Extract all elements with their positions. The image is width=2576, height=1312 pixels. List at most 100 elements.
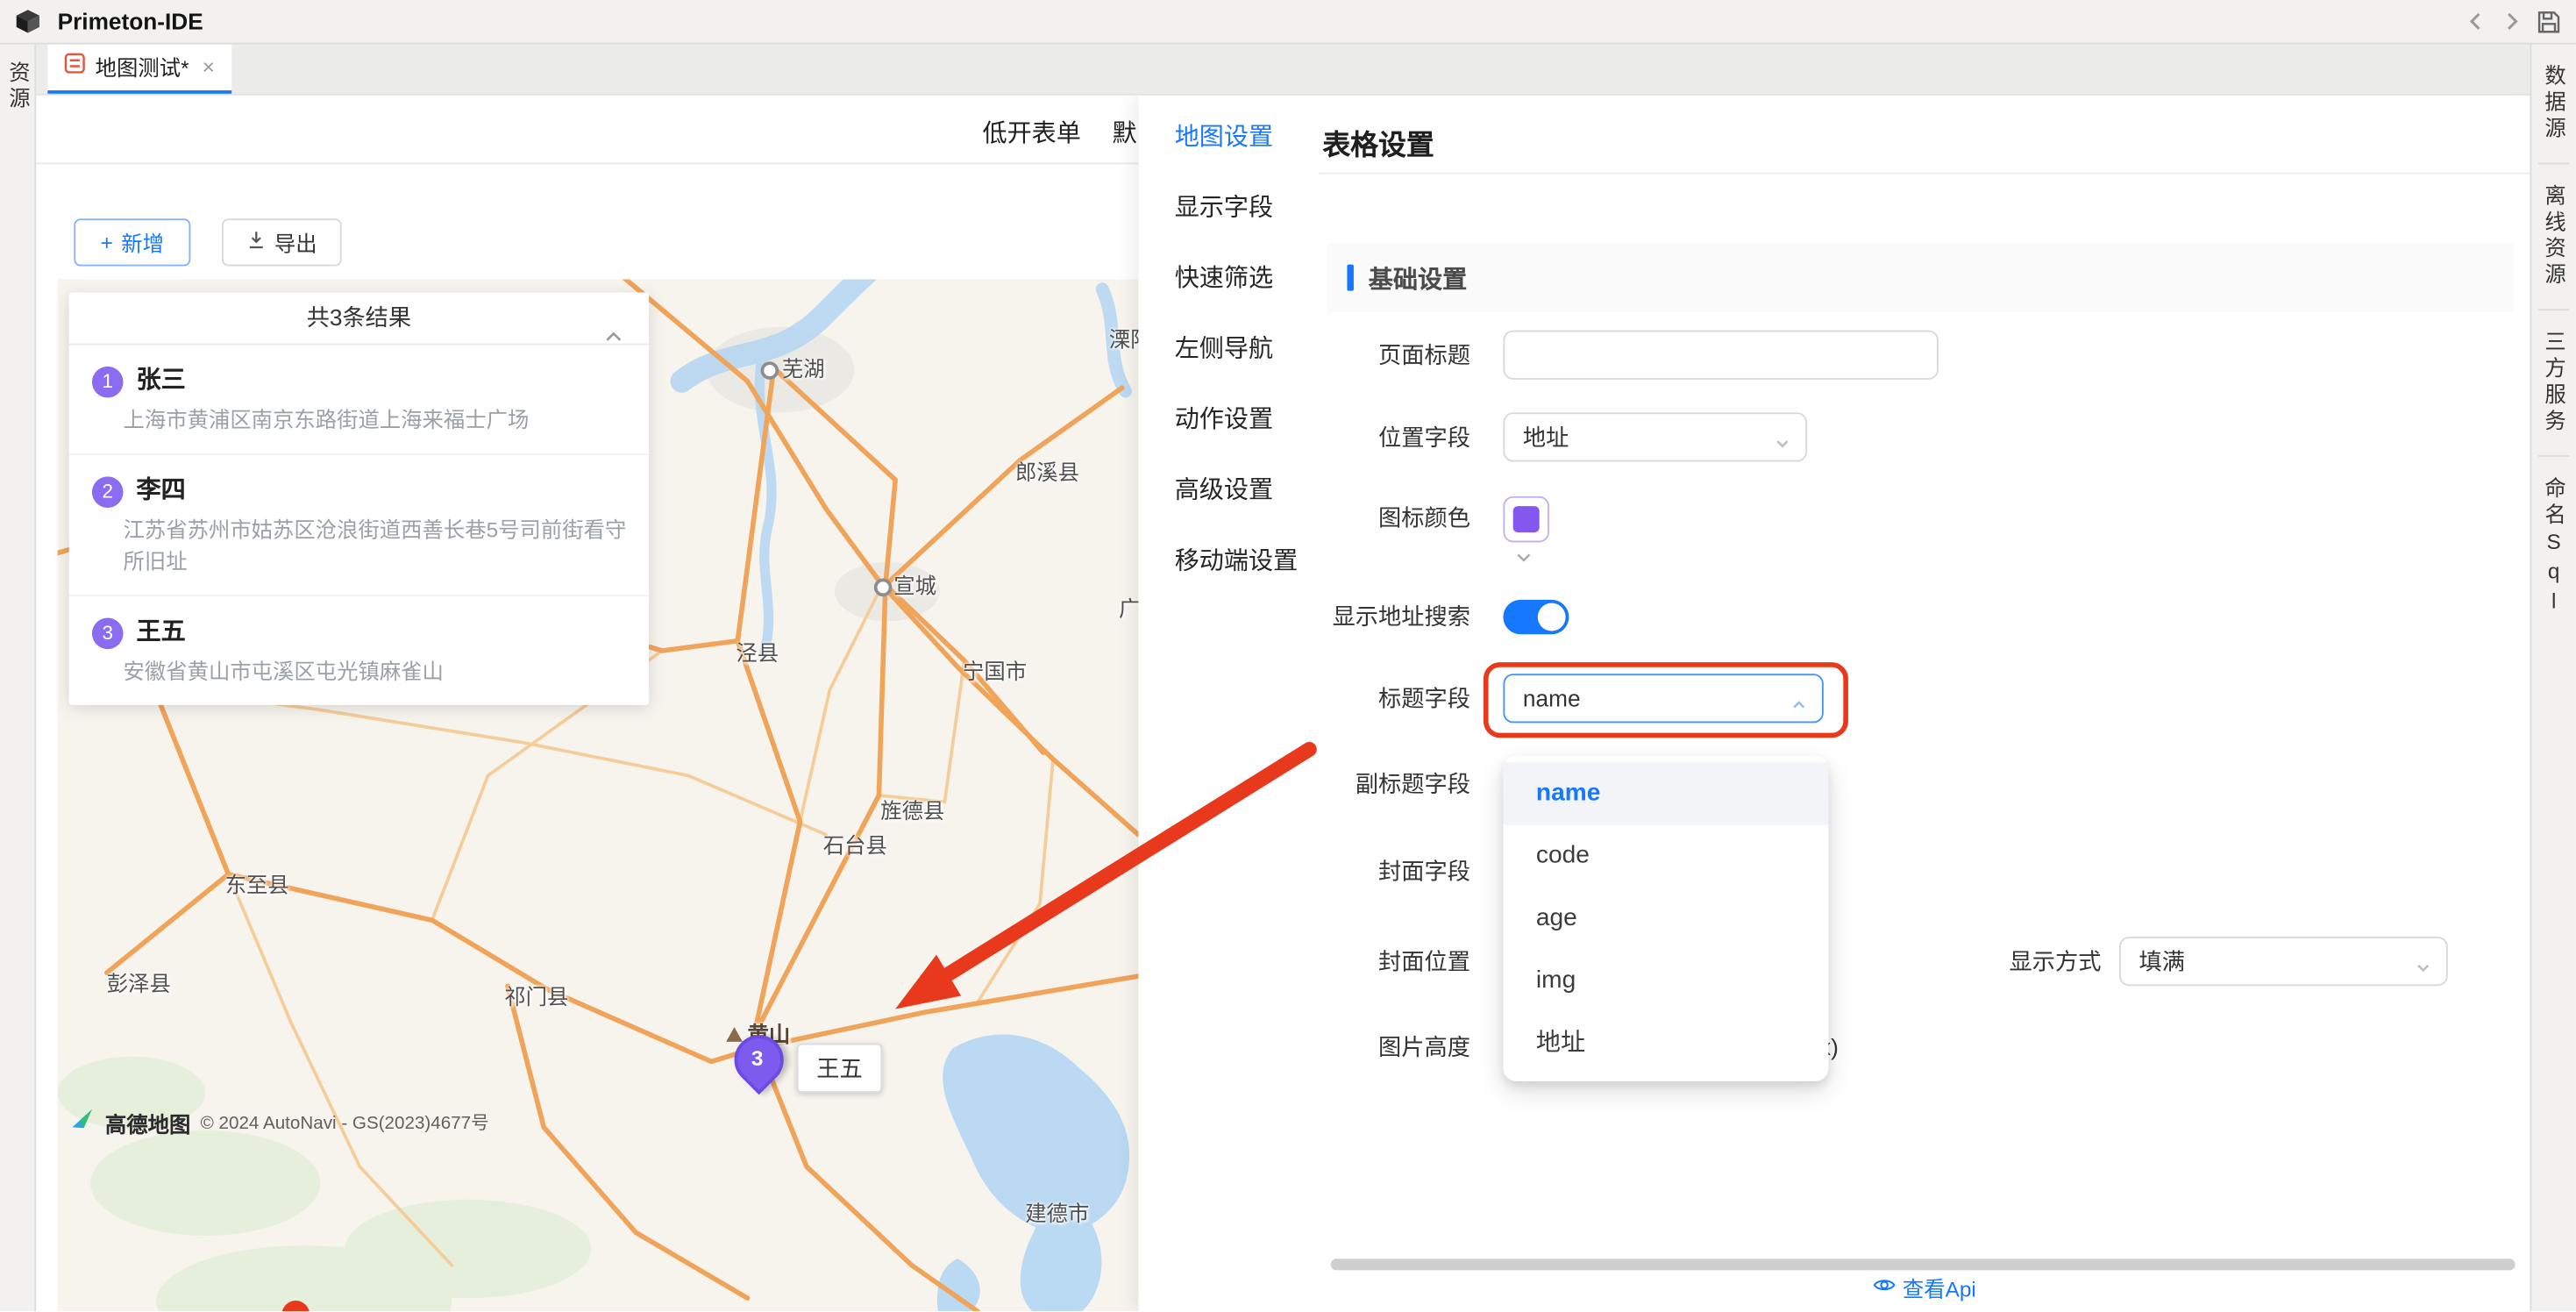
chevron-down-icon: [2415, 955, 2431, 981]
list-item[interactable]: 2 李四 江苏省苏州市姑苏区沧浪街道西善长巷5号司前街看守所旧址: [69, 455, 649, 596]
item-index-badge: 3: [92, 618, 124, 650]
item-address: 上海市黄浦区南京东路街道上海来福士广场: [124, 404, 633, 436]
field-label-show-address-search: 显示地址搜索: [1138, 592, 1469, 641]
add-button-label: 新增: [121, 227, 164, 259]
section-accent-bar: [1347, 265, 1353, 291]
dropdown-option-code[interactable]: code: [1503, 825, 1828, 888]
color-swatch: [1513, 506, 1540, 532]
title-field-dropdown: name code age img 地址: [1503, 756, 1828, 1081]
show-address-search-toggle[interactable]: [1503, 600, 1569, 634]
export-button-label: 导出: [274, 227, 317, 259]
title-bar: Primeton-IDE: [0, 0, 2576, 45]
icon-color-picker[interactable]: [1503, 496, 1548, 542]
map-pin-label[interactable]: 王五: [797, 1044, 882, 1093]
nav-item-display-fields[interactable]: 显示字段: [1138, 173, 1315, 244]
chevron-down-icon: [1775, 431, 1791, 457]
map-pin-number: 3: [736, 1039, 779, 1077]
plus-icon: +: [101, 230, 113, 254]
sidebar-tab-named-sql[interactable]: 命名Sql: [2538, 457, 2570, 638]
field-label-page-title: 页面标题: [1138, 331, 1469, 380]
field-label-subtitle-field: 副标题字段: [1138, 759, 1469, 809]
settings-panel: 地图设置 显示字段 快速筛选 左侧导航 动作设置 高级设置 移动端设置 表格设置…: [1138, 96, 2530, 1312]
map-label: 广德: [1119, 592, 1138, 624]
sidebar-tab-third-party-services[interactable]: 三方服务: [2538, 310, 2570, 457]
display-mode-select[interactable]: 填满: [2119, 937, 2448, 986]
field-label-display-mode: 显示方式: [2010, 937, 2124, 986]
section-title: 基础设置: [1369, 260, 1467, 295]
toolbar-item-lowcode-form[interactable]: 低开表单: [982, 115, 1080, 149]
section-basic-settings: 基础设置: [1327, 243, 2514, 312]
dropdown-option-address[interactable]: 地址: [1503, 1012, 1828, 1074]
forward-icon[interactable]: [2494, 4, 2530, 39]
app-window: Primeton-IDE 资源 数据源 离线资源 三方服务 命名Sql 地图测试…: [0, 0, 2576, 1311]
sidebar-tab-resources[interactable]: 资源: [6, 61, 29, 113]
toolbar-item-default[interactable]: 默: [1112, 115, 1136, 149]
map-copyright: © 2024 AutoNavi - GS(2023)4677号: [201, 1109, 489, 1136]
list-item[interactable]: 3 王五 安徽省黄山市屯溪区屯光镇麻雀山: [69, 596, 649, 705]
field-label-icon-color: 图标颜色: [1138, 493, 1469, 542]
item-address: 安徽省黄山市屯溪区屯光镇麻雀山: [124, 656, 633, 688]
app-logo-icon: [10, 4, 46, 39]
page-title: 表格设置: [1322, 122, 1434, 163]
map-label: 郎溪县: [1015, 455, 1079, 487]
item-address: 江苏省苏州市姑苏区沧浪街道西善长巷5号司前街看守所旧址: [124, 514, 633, 576]
add-button[interactable]: + 新增: [74, 218, 190, 266]
view-api-row: 查看Api: [1320, 1272, 2530, 1304]
eye-icon: [1873, 1273, 1896, 1301]
view-api-link[interactable]: 查看Api: [1873, 1272, 1976, 1303]
designer-toolbar: 低开表单 默: [36, 96, 1138, 165]
view-api-label: 查看Api: [1903, 1272, 1976, 1303]
nav-item-quick-filter[interactable]: 快速筛选: [1138, 243, 1315, 314]
select-value: name: [1523, 685, 1581, 711]
map-label: 溧阳: [1109, 322, 1139, 353]
page-title-input[interactable]: [1503, 331, 1939, 380]
map-label: 建德市: [1025, 1196, 1089, 1228]
amap-brand: 高德地图: [105, 1107, 190, 1138]
sidebar-tab-datasource[interactable]: 数据源: [2538, 45, 2570, 165]
location-field-select[interactable]: 地址: [1503, 412, 1807, 461]
chevron-down-icon: [1516, 542, 1531, 572]
close-icon[interactable]: ×: [203, 53, 215, 78]
field-label-image-height: 图片高度: [1138, 1022, 1469, 1071]
map-label: 东至县: [225, 867, 289, 899]
map-attribution: 高德地图 © 2024 AutoNavi - GS(2023)4677号: [71, 1106, 489, 1138]
map-label: 芜湖: [782, 352, 825, 383]
tab-label: 地图测试*: [96, 50, 189, 82]
designer-canvas: 低开表单 默 + 新增 导出: [36, 96, 1138, 1312]
amap-logo-icon: [71, 1106, 96, 1138]
map-label: 旌德县: [880, 794, 944, 825]
map-label: 石台县: [823, 828, 887, 859]
save-icon[interactable]: [2530, 4, 2565, 39]
select-value: 填满: [2139, 945, 2185, 977]
chevron-up-icon: [1790, 692, 1807, 718]
nav-item-map-settings[interactable]: 地图设置: [1138, 102, 1315, 173]
results-header[interactable]: 共3条结果: [69, 293, 649, 346]
back-icon[interactable]: [2458, 4, 2494, 39]
item-name: 李四: [137, 472, 633, 506]
horizontal-scrollbar[interactable]: [1331, 1259, 2516, 1270]
dropdown-option-age[interactable]: age: [1503, 888, 1828, 950]
divider: [1320, 173, 2530, 175]
dropdown-option-img[interactable]: img: [1503, 950, 1828, 1012]
export-button[interactable]: 导出: [222, 218, 342, 266]
field-label-location-field: 位置字段: [1138, 412, 1469, 461]
field-label-cover-field: 封面字段: [1138, 846, 1469, 895]
select-value: 地址: [1523, 421, 1569, 453]
download-icon: [246, 230, 266, 254]
app-title: Primeton-IDE: [58, 8, 203, 34]
dropdown-option-name[interactable]: name: [1503, 762, 1828, 824]
form-doc-icon: [64, 53, 85, 79]
results-panel: 共3条结果 1 张三 上海市黄浦区南京东路街道上海来福士广场 2 李四 江苏省苏…: [69, 293, 649, 705]
map-label: 宁国市: [963, 654, 1027, 686]
sidebar-tab-offline-resources[interactable]: 离线资源: [2538, 164, 2570, 310]
map-label: 泾县: [736, 636, 779, 667]
tab-map-test[interactable]: 地图测试* ×: [47, 41, 231, 94]
title-field-select[interactable]: name: [1503, 674, 1823, 723]
right-rail: 数据源 离线资源 三方服务 命名Sql: [2530, 45, 2575, 1312]
map-label: 祁门县: [504, 980, 568, 1011]
list-item[interactable]: 1 张三 上海市黄浦区南京东路街道上海来福士广场: [69, 345, 649, 455]
field-label-cover-position: 封面位置: [1138, 937, 1469, 986]
results-count: 共3条结果: [307, 304, 412, 331]
editor-tab-bar: 地图测试* ×: [36, 45, 2530, 96]
item-name: 王五: [137, 613, 633, 647]
